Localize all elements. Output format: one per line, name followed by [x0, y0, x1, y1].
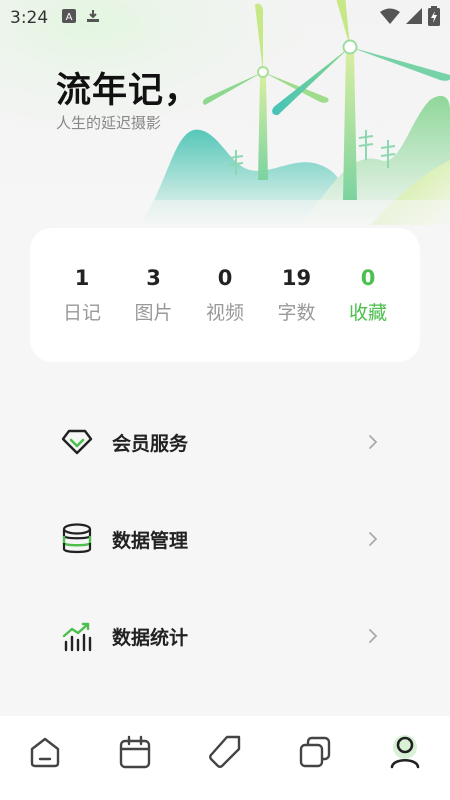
- stat-value: 3: [146, 265, 161, 290]
- stats-card: 1 日记 3 图片 0 视频 19 字数 0 收藏: [30, 228, 420, 362]
- menu-item-membership[interactable]: 会员服务: [30, 412, 420, 472]
- stat-label: 视频: [205, 301, 244, 324]
- tab-tags[interactable]: [200, 729, 250, 779]
- tag-icon: [207, 734, 243, 774]
- stat-label: 日记: [62, 301, 101, 324]
- stat-label: 图片: [134, 301, 173, 324]
- page-subtitle: 人生的延迟摄影: [56, 114, 162, 132]
- font-notification-icon: A: [62, 8, 77, 28]
- stat-diary[interactable]: 1 日记: [48, 266, 116, 325]
- tab-collections[interactable]: [290, 729, 340, 779]
- menu-item-label: 会员服务: [112, 432, 189, 455]
- tab-calendar[interactable]: [110, 729, 160, 779]
- battery-charging-icon: [428, 5, 440, 31]
- download-notification-icon: [86, 8, 100, 28]
- menu-item-data-management[interactable]: 数据管理: [30, 509, 420, 569]
- calendar-icon: [118, 735, 152, 773]
- stat-label: 收藏: [348, 301, 387, 324]
- stat-favorites[interactable]: 0 收藏: [334, 266, 402, 325]
- database-icon: [60, 522, 94, 556]
- svg-text:A: A: [66, 12, 73, 23]
- stat-images[interactable]: 3 图片: [120, 266, 188, 325]
- menu-item-label: 数据统计: [112, 626, 189, 649]
- diamond-icon: [60, 425, 94, 459]
- profile-icon: [387, 734, 423, 774]
- page-title: 流年记，: [56, 71, 201, 111]
- bottom-tab-bar: [0, 716, 450, 800]
- bar-chart-trend-icon: [60, 619, 94, 653]
- menu-item-label: 数据管理: [112, 529, 189, 552]
- tab-profile[interactable]: [380, 729, 430, 779]
- wifi-icon: [380, 8, 400, 29]
- chevron-right-icon: [368, 435, 382, 449]
- chevron-right-icon: [368, 629, 382, 643]
- tab-home[interactable]: [20, 729, 70, 779]
- stat-value: 19: [281, 265, 312, 290]
- status-bar: 3:24 A: [0, 0, 450, 36]
- chevron-right-icon: [368, 532, 382, 546]
- home-icon: [28, 735, 62, 773]
- stat-videos[interactable]: 0 视频: [191, 266, 259, 325]
- menu-item-statistics[interactable]: 数据统计: [30, 606, 420, 666]
- stat-value: 0: [217, 265, 233, 290]
- signal-icon: [406, 7, 422, 29]
- copy-icon: [298, 735, 332, 773]
- status-time: 3:24: [10, 8, 49, 28]
- stat-value: 1: [74, 265, 90, 290]
- stat-label: 字数: [277, 301, 316, 324]
- stat-word-count[interactable]: 19 字数: [263, 266, 331, 325]
- stat-value: 0: [360, 265, 376, 290]
